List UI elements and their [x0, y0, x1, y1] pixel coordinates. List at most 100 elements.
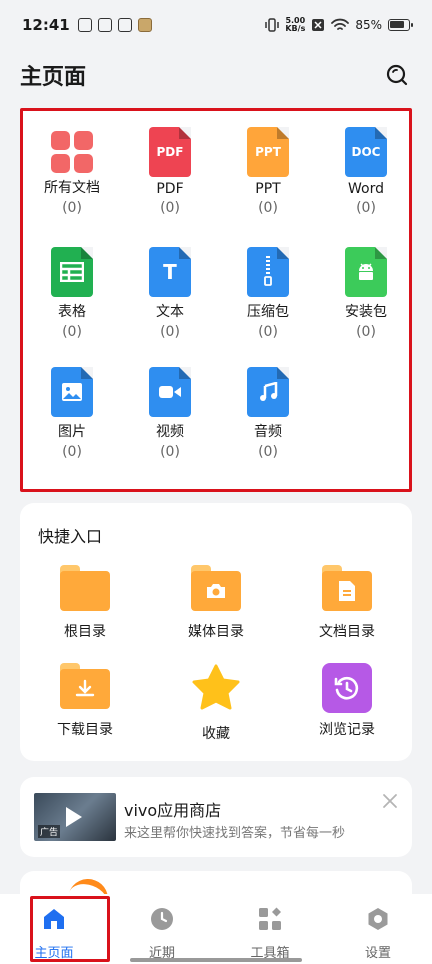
category-count: (0): [258, 324, 278, 340]
category-spreadsheet[interactable]: 表格 (0): [23, 247, 121, 340]
quick-browse-history[interactable]: 浏览记录: [282, 663, 412, 739]
category-count: (0): [62, 444, 82, 460]
notification-app-icon: [137, 18, 152, 32]
category-card: 所有文档 (0) PDF PDF (0) PPT PPT (0) DOC Wor…: [20, 108, 412, 492]
category-count: (0): [356, 324, 376, 340]
battery-percent: 85%: [355, 18, 382, 32]
quick-download-directory[interactable]: 下载目录: [20, 663, 150, 739]
quick-label: 收藏: [202, 726, 230, 742]
quick-label: 根目录: [64, 624, 106, 640]
category-count: (0): [62, 324, 82, 340]
ppt-file-icon: PPT: [247, 127, 289, 177]
category-label: 图片: [58, 424, 86, 440]
quick-document-directory[interactable]: 文档目录: [282, 565, 412, 641]
image-file-icon: [51, 367, 93, 417]
category-count: (0): [160, 324, 180, 340]
camera-icon: [207, 584, 225, 598]
category-text[interactable]: T 文本 (0): [121, 247, 219, 340]
sim-off-icon: [312, 19, 325, 31]
category-image[interactable]: 图片 (0): [23, 367, 121, 460]
search-button[interactable]: [382, 60, 412, 90]
category-label: 压缩包: [247, 304, 289, 320]
music-icon: [260, 382, 278, 401]
status-notification-icons: [77, 18, 152, 32]
vibrate-icon: [265, 18, 280, 32]
status-time: 12:41: [22, 16, 70, 34]
quick-favorites[interactable]: 收藏: [151, 663, 281, 743]
download-icon: [75, 679, 95, 697]
category-count: (0): [258, 444, 278, 460]
pdf-icon-text: PDF: [156, 145, 184, 159]
nav-toolbox[interactable]: 工具箱: [216, 894, 324, 964]
doc-icon-text: DOC: [351, 145, 381, 159]
ppt-icon-text: PPT: [255, 145, 281, 159]
ad-card[interactable]: 广告 vivo应用商店 来这里帮你快速找到答案，节省每一秒: [20, 777, 412, 857]
category-count: (0): [62, 200, 82, 216]
nav-recent[interactable]: 近期: [108, 894, 216, 964]
quick-media-directory[interactable]: 媒体目录: [151, 565, 281, 641]
notification-app-icon: [97, 18, 112, 32]
quick-root-directory[interactable]: 根目录: [20, 565, 150, 641]
status-right: 5.00 KB/s 85%: [265, 17, 413, 33]
category-ppt[interactable]: PPT PPT (0): [219, 127, 317, 216]
download-folder-icon: [60, 663, 110, 709]
apk-file-icon: [345, 247, 387, 297]
audio-file-icon: [247, 367, 289, 417]
notification-app-icon: [117, 18, 132, 32]
video-file-icon: [149, 367, 191, 417]
ad-description: 来这里帮你快速找到答案，节省每一秒: [124, 826, 346, 841]
category-label: 所有文档: [44, 180, 100, 196]
image-icon: [62, 383, 82, 401]
category-label: PDF: [156, 181, 184, 197]
nav-home[interactable]: 主页面: [0, 894, 108, 964]
text-icon-text: T: [163, 260, 177, 284]
category-label: PPT: [255, 181, 281, 197]
video-icon: [159, 386, 181, 398]
category-video[interactable]: 视频 (0): [121, 367, 219, 460]
category-label: 表格: [58, 304, 86, 320]
android-icon: [359, 263, 373, 280]
table-file-icon: [51, 247, 93, 297]
nav-settings[interactable]: 设置: [324, 894, 432, 964]
ad-thumbnail: 广告: [34, 793, 116, 841]
camera-folder-icon: [191, 565, 241, 611]
grid-icon: [51, 131, 93, 173]
close-icon[interactable]: [382, 793, 398, 809]
category-audio[interactable]: 音频 (0): [219, 367, 317, 460]
network-speed-unit: KB/s: [285, 24, 306, 33]
history-clock-glyph: [334, 676, 359, 700]
text-file-icon: T: [149, 247, 191, 297]
category-count: (0): [356, 200, 376, 216]
page-title: 主页面: [20, 65, 87, 90]
category-pdf[interactable]: PDF PDF (0): [121, 127, 219, 216]
bottom-nav: 主页面 近期 工具箱 设置: [0, 894, 432, 964]
table-icon: [60, 262, 84, 282]
home-icon: [44, 909, 64, 929]
category-label: 音频: [254, 424, 282, 440]
category-count: (0): [160, 444, 180, 460]
clock-icon: [151, 908, 173, 930]
category-all-documents[interactable]: 所有文档 (0): [23, 127, 121, 216]
zip-icon: [264, 256, 272, 286]
zip-file-icon: [247, 247, 289, 297]
category-apk[interactable]: 安装包 (0): [317, 247, 415, 340]
home-indicator-bar[interactable]: [130, 958, 302, 962]
pdf-file-icon: PDF: [149, 127, 191, 177]
quick-label: 媒体目录: [188, 624, 244, 640]
ad-tag: 广告: [38, 825, 61, 838]
quick-entry-card: 快捷入口 根目录 媒体目录 文档目录 下载目录 收藏 浏览记录: [20, 503, 412, 761]
category-archive[interactable]: 压缩包 (0): [219, 247, 317, 340]
status-bar: 12:41 5.00 KB/s 85%: [0, 0, 432, 50]
category-label: Word: [348, 181, 384, 197]
toolbox-icon: [259, 907, 281, 930]
category-word[interactable]: DOC Word (0): [317, 127, 415, 216]
battery-icon: [388, 19, 413, 31]
quick-entry-title: 快捷入口: [38, 527, 103, 546]
category-count: (0): [258, 200, 278, 216]
category-label: 视频: [156, 424, 184, 440]
category-label: 安装包: [345, 304, 387, 320]
search-icon: [386, 64, 408, 86]
star-icon: [192, 664, 240, 710]
history-icon: [322, 663, 372, 713]
notification-app-icon: [77, 18, 92, 32]
